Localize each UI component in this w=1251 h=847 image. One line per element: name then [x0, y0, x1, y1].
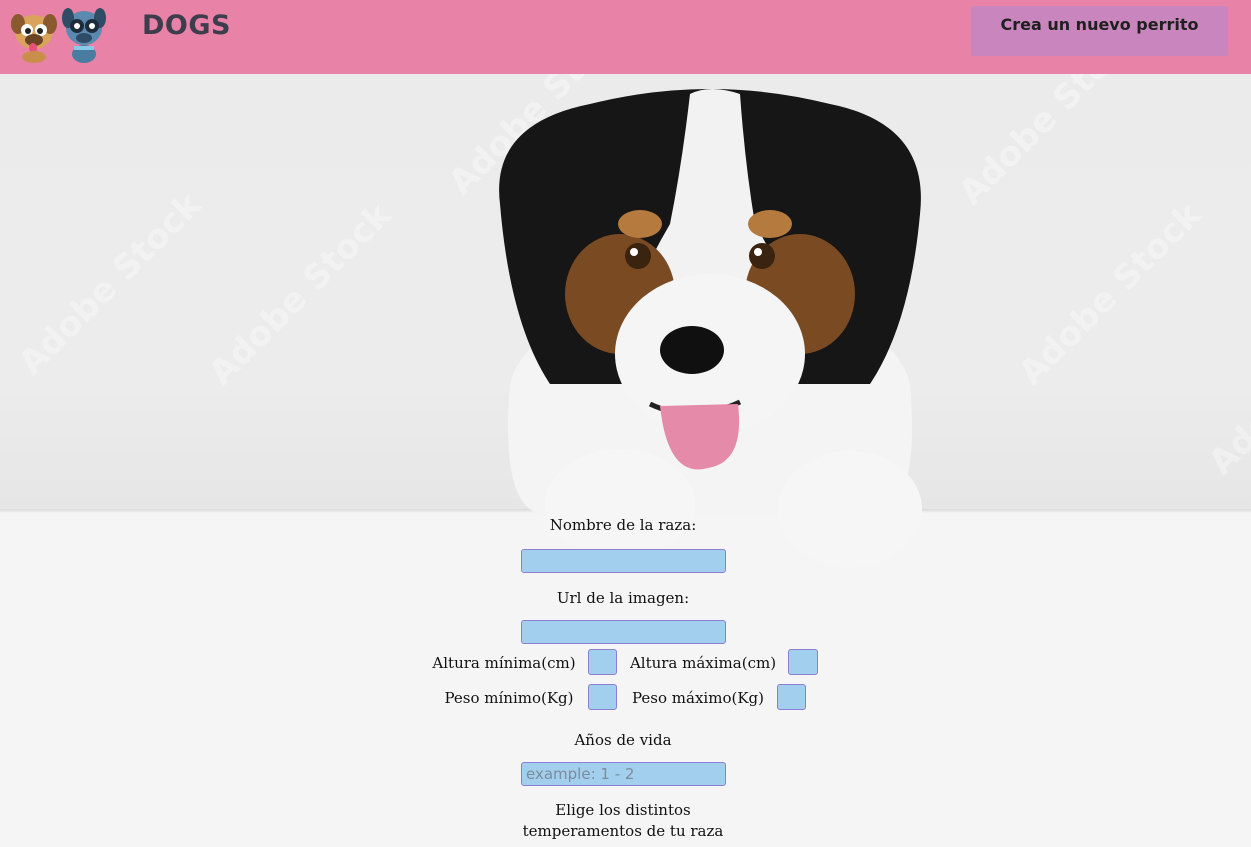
watermark: Adobe Stock	[1011, 194, 1210, 394]
image-url-input[interactable]	[521, 620, 726, 644]
breed-name-label: Nombre de la raza:	[549, 516, 697, 534]
height-min-input[interactable]	[588, 649, 617, 675]
create-breed-form: Nombre de la raza: Url de la imagen: Alt…	[0, 511, 1251, 847]
watermark: Adobe Stock	[951, 74, 1150, 214]
watermark: Adobe Stock	[11, 184, 210, 384]
brand-title[interactable]: DOGS	[142, 10, 231, 41]
life-span-input[interactable]	[521, 762, 726, 786]
watermark: Adobe Stock	[1201, 285, 1251, 484]
puppy-dog-pals-logo[interactable]	[6, 2, 110, 64]
watermark: Adobe Stock	[201, 194, 400, 394]
breed-name-input[interactable]	[521, 549, 726, 573]
temperaments-label-line1: Elige los distintos	[555, 801, 691, 819]
life-span-label: Años de vida	[574, 731, 672, 749]
navbar: DOGS Crea un nuevo perrito	[0, 0, 1251, 74]
weight-min-label: Peso mínimo(Kg)	[444, 689, 574, 707]
image-url-label: Url de la imagen:	[556, 589, 690, 607]
weight-max-label: Peso máximo(Kg)	[632, 689, 764, 707]
weight-max-input[interactable]	[777, 684, 806, 710]
height-max-input[interactable]	[788, 649, 818, 675]
height-max-label: Altura máxima(cm)	[629, 654, 777, 672]
weight-min-input[interactable]	[588, 684, 617, 710]
puppy-image	[499, 89, 922, 567]
create-dog-button[interactable]: Crea un nuevo perrito	[971, 6, 1228, 56]
temperaments-label-line2: temperamentos de tu raza	[522, 822, 724, 840]
height-min-label: Altura mínima(cm)	[432, 654, 576, 672]
